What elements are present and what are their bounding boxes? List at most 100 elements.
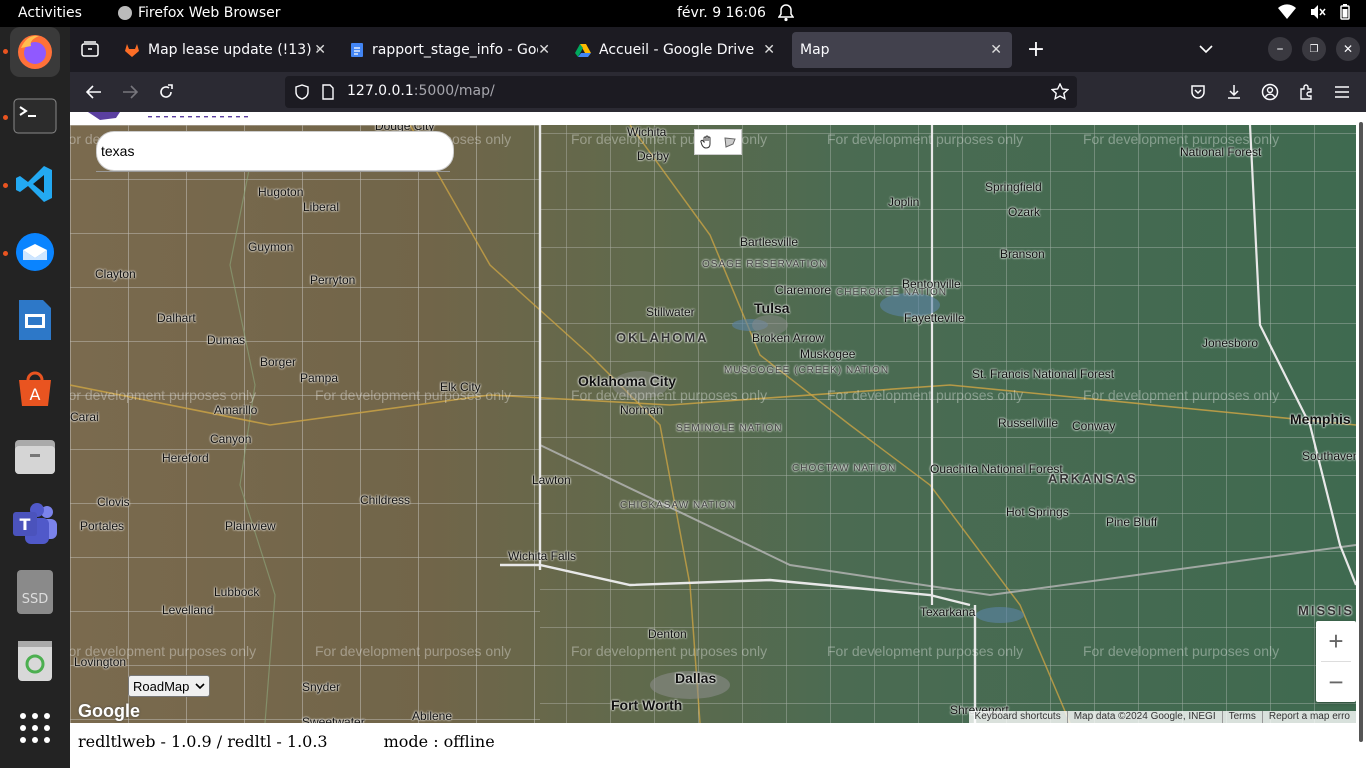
place-label: Clovis [97, 495, 130, 509]
browser-tab-bar: Map lease update (!13) · ✕ rapport_stage… [70, 27, 1366, 72]
url-text: 127.0.0.1:5000/map/ [347, 83, 495, 99]
close-tab-icon[interactable]: ✕ [314, 42, 326, 58]
account-icon[interactable] [1258, 80, 1282, 104]
bookmark-star-icon[interactable] [1051, 83, 1069, 101]
place-label: Memphis [1290, 411, 1351, 427]
region-label: Ouachita National Forest [930, 462, 1063, 476]
arrow-right-icon [123, 85, 138, 99]
app-footer: redltlweb - 1.0.9 / redltl - 1.0.3 mode … [78, 732, 495, 751]
vscode-icon[interactable] [10, 159, 60, 209]
teams-icon[interactable]: T [10, 499, 60, 549]
map-canvas[interactable]: For development purposes only For develo… [70, 125, 1356, 723]
forward-button[interactable] [118, 80, 142, 104]
place-label: Southaven [1302, 449, 1356, 463]
watermark: For development purposes only [1083, 387, 1280, 403]
region-label: SEMINOLE NATION [676, 423, 783, 434]
firefox-icon[interactable] [10, 27, 60, 77]
pocket-icon[interactable] [1186, 80, 1210, 104]
extensions-icon[interactable] [1294, 80, 1318, 104]
tab-map[interactable]: Map ✕ [792, 32, 1012, 68]
google-drive-icon [575, 44, 591, 57]
draw-polygon-icon[interactable] [718, 130, 741, 154]
region-label: National Forest [1180, 145, 1262, 159]
place-label: Hugoton [258, 185, 304, 199]
show-apps-icon[interactable] [10, 703, 60, 753]
close-tab-icon[interactable]: ✕ [538, 42, 550, 58]
place-label: Borger [260, 355, 297, 369]
battery-icon [1340, 4, 1350, 20]
arrow-left-icon [86, 85, 101, 99]
place-label: Amarillo [214, 403, 258, 417]
ssd-drive-icon[interactable]: SSD [10, 567, 60, 617]
wifi-icon [1278, 4, 1296, 20]
terms-link[interactable]: Terms [1221, 711, 1262, 723]
place-label: Canyon [210, 432, 252, 446]
region-label: OKLAHOMA [616, 330, 709, 345]
place-label: Sweetwater [302, 715, 365, 723]
close-tab-icon[interactable]: ✕ [763, 42, 775, 58]
watermark: For development purposes only [70, 387, 257, 403]
place-label: Dallas [675, 670, 717, 686]
region-label: CHICKASAW NATION [620, 500, 737, 511]
place-label: Wichita Falls [508, 549, 577, 563]
mode-status: mode : offline [383, 732, 495, 751]
back-button[interactable] [82, 80, 106, 104]
svg-text:T: T [20, 515, 31, 534]
thunderbird-icon[interactable] [10, 227, 60, 277]
place-label: Muskogee [800, 347, 856, 361]
place-label: Hereford [162, 451, 209, 465]
clock[interactable]: févr. 9 16:06 [677, 5, 766, 21]
place-label: Fayetteville [904, 311, 965, 325]
app-center-icon[interactable]: A [10, 363, 60, 413]
region-label: St. Francis National Forest [972, 367, 1115, 381]
place-label: Stillwater [646, 305, 695, 319]
place-label: Denton [648, 627, 687, 641]
tab-map-lease-update[interactable]: Map lease update (!13) · ✕ [116, 32, 336, 68]
system-tray[interactable] [1278, 4, 1350, 20]
tab-accueil-google-drive[interactable]: Accueil - Google Drive ✕ [567, 32, 785, 68]
watermark: For development purposes only [571, 643, 768, 659]
place-label: Fort Worth [611, 697, 683, 713]
map-type-select[interactable]: RoadMap [128, 675, 211, 697]
bell-icon[interactable] [777, 4, 795, 26]
zoom-in-button[interactable]: + [1316, 621, 1356, 661]
watermark: For development purposes only [827, 643, 1024, 659]
terminal-icon[interactable] [10, 91, 60, 141]
page-scrollbar[interactable] [1356, 112, 1366, 768]
list-all-tabs-icon[interactable] [1194, 37, 1218, 61]
region-label: CHEROKEE NATION [836, 287, 947, 298]
map-data-credit: Map data ©2024 Google, INEGI [1066, 711, 1222, 723]
files-icon[interactable] [10, 431, 60, 481]
report-map-error-link[interactable]: Report a map erro [1261, 711, 1356, 723]
place-label: Plainview [225, 519, 276, 533]
watermark: For development purposes only [315, 387, 512, 403]
downloads-icon[interactable] [1222, 80, 1246, 104]
hand-pan-icon[interactable] [695, 130, 718, 154]
libreoffice-impress-icon[interactable] [10, 295, 60, 345]
system-top-bar: Activities Firefox Web Browser févr. 9 1… [0, 0, 1366, 27]
place-label: Oklahoma City [578, 373, 677, 389]
place-label: Ozark [1008, 205, 1041, 219]
hamburger-menu-icon[interactable] [1330, 80, 1354, 104]
close-window-button[interactable]: ✕ [1336, 37, 1360, 61]
watermark: For development purposes only [1083, 643, 1280, 659]
dock: A T SSD [0, 27, 70, 768]
zoom-out-button[interactable]: − [1316, 662, 1356, 702]
reload-button[interactable] [154, 80, 178, 104]
place-label: Pampa [300, 371, 339, 385]
minimize-window-button[interactable]: – [1268, 37, 1292, 61]
new-tab-button[interactable]: + [1024, 37, 1048, 62]
close-tab-icon[interactable]: ✕ [990, 42, 1002, 58]
activities-button[interactable]: Activities [18, 5, 82, 21]
keyboard-shortcuts-link[interactable]: Keyboard shortcuts [969, 711, 1067, 723]
place-search-input[interactable] [96, 131, 454, 171]
restore-window-button[interactable]: ❐ [1302, 37, 1326, 61]
app-menu[interactable]: Firefox Web Browser [118, 5, 281, 21]
address-bar[interactable]: 127.0.0.1:5000/map/ [285, 76, 1077, 108]
place-label: Abilene [412, 709, 453, 723]
trash-icon[interactable] [10, 635, 60, 685]
google-logo[interactable]: Google [78, 701, 140, 722]
place-label: Guymon [248, 240, 294, 254]
tab-rapport-stage-info[interactable]: rapport_stage_info - Goo ✕ [342, 32, 560, 68]
firefox-view-icon[interactable] [78, 37, 102, 61]
